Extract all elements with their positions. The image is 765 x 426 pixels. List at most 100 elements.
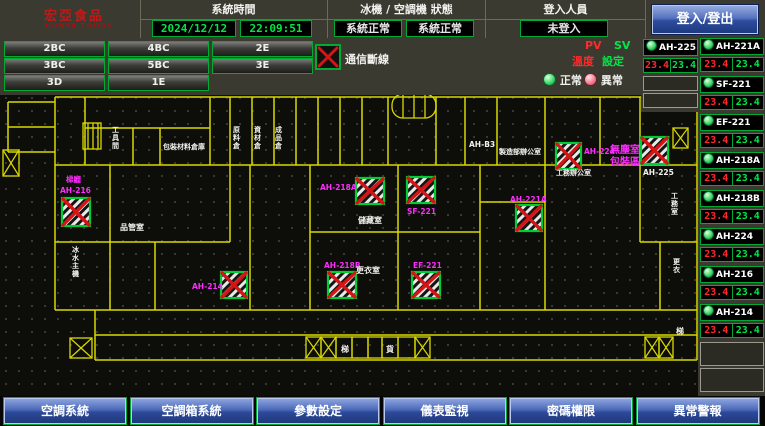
unit-button-AH-218B[interactable]: AH-218B [700,190,764,207]
room-label: AH-B3 [469,140,495,149]
ahu-comm-fail-icon-AH-218A[interactable] [356,178,384,204]
room-label: 梯 [676,326,684,336]
unit-normal-lamp-icon [646,40,657,51]
zone-button-3D[interactable]: 3D [4,75,105,91]
ac-status-value: 系統正常 [406,20,474,37]
unit-values-AH-218A: 23.423.4 [700,171,764,186]
unit-name: AH-221A [716,42,760,52]
unit-pv-value: 23.4 [701,96,733,109]
unit-values-AH-214: 23.423.4 [700,323,764,338]
unit-values-EF-221: 23.423.4 [700,133,764,148]
zone-button-2BC[interactable]: 2BC [4,41,105,57]
nav-button-2[interactable]: 空調箱系統 [131,398,253,424]
pv-label: PV [585,39,602,52]
login-logout-button[interactable]: 登入/登出 [652,5,758,34]
unit-pv-value: 23.4 [701,210,733,223]
zone-button-1E[interactable]: 1E [108,75,209,91]
room-label: 工務室 [671,192,679,216]
ahu-comm-fail-icon-AH-224[interactable] [556,143,581,169]
ahu-comm-fail-icon-AH-216[interactable] [62,198,90,226]
machine-status-label: 冰機 / 空調機 狀態 [329,2,484,17]
unit-button-AH-216[interactable]: AH-216 [700,266,764,283]
unit-values-AH-216: 23.423.4 [700,285,764,300]
unit-values-AH-218B: 23.423.4 [700,209,764,224]
unit-button-AH-214[interactable]: AH-214 [700,304,764,321]
unit-name: AH-218B [716,194,760,204]
ahu-comm-fail-icon-AH-214[interactable] [221,272,247,298]
room-label: 製造部辦公室 [498,147,541,156]
unit-sv-value: 23.4 [733,58,764,71]
empty-unit-slot [643,93,698,108]
empty-unit-slot [643,76,698,91]
room-label: 包裝材料倉庫 [163,142,205,151]
chiller-status-value: 系統正常 [334,20,402,37]
sv-set-label: 設定 [602,53,624,69]
legend-abnormal-label: 異常 [601,74,623,87]
unit-button-EF-221[interactable]: EF-221 [700,114,764,131]
room-label: 原料倉 [232,126,241,150]
zone-button-2E[interactable]: 2E [212,41,313,57]
unit-sv-value: 23.4 [733,324,764,337]
system-time-value: 22:09:51 [240,20,312,37]
room-label: 更衣室 [356,265,380,275]
nav-button-1[interactable]: 空調系統 [4,398,126,424]
ahu-comm-fail-icon-AH-225[interactable] [641,137,668,164]
login-status-value: 未登入 [520,20,608,37]
logo-icon [4,2,40,36]
unit-normal-lamp-icon [703,77,714,88]
unit-name: AH-216 [716,270,753,280]
ahu-comm-fail-icon-AH-218B[interactable] [328,272,356,298]
nav-button-4[interactable]: 儀表監視 [384,398,506,424]
nav-button-3[interactable]: 參數設定 [257,398,379,424]
unit-normal-lamp-icon [703,191,714,202]
zone-button-4BC[interactable]: 4BC [108,41,209,57]
unit-button-AH-224[interactable]: AH-224 [700,228,764,245]
room-label: 品管室 [120,222,144,232]
comm-fail-label: 通信斷線 [345,51,389,67]
unit-normal-lamp-icon [703,115,714,126]
unit-normal-lamp-icon [703,305,714,316]
zone-button-3E[interactable]: 3E [212,58,313,74]
unit-pv-value: 23.4 [644,59,671,72]
ahu-comm-fail-icon-SF-221[interactable] [407,177,435,203]
equipment-label: 無塵室 [610,143,640,156]
room-label: 梯 [341,344,349,354]
ahu-comm-fail-icon-AH-221A[interactable] [516,205,542,231]
system-date-value: 2024/12/12 [152,20,236,37]
room-label: 貨 [386,344,394,354]
unit-pv-value: 23.4 [701,58,733,71]
unit-button-SF-221[interactable]: SF-221 [700,76,764,93]
abnormal-lamp-icon [584,73,597,86]
equipment-label: AH-214 [192,282,223,291]
nav-button-6[interactable]: 異常警報 [637,398,759,424]
unit-sv-value: 23.4 [733,210,764,223]
room-label: 成品倉 [274,125,283,150]
bottom-nav: 空調系統空調箱系統參數設定儀表監視密碼權限異常警報 [0,396,765,426]
unit-normal-lamp-icon [703,39,714,50]
unit-pv-value: 23.4 [701,134,733,147]
company-logo: 宏亞食品 HUNYA FOODS [4,2,136,36]
nav-button-5[interactable]: 密碼權限 [510,398,632,424]
unit-values-SF-221: 23.423.4 [700,95,764,110]
unit-button-AH-218A[interactable]: AH-218A [700,152,764,169]
room-label: AH-225 [643,168,674,177]
sv-label: SV [614,39,630,52]
unit-sv-value: 23.4 [733,172,764,185]
pv-temp-label: 溫度 [572,53,594,69]
room-label: 冰水主機 [72,245,80,278]
equipment-label: AH-218A [320,183,357,192]
floorplan-dot-grid [0,92,702,398]
equipment-label: AH-216 [60,186,91,195]
zone-button-5BC[interactable]: 5BC [108,58,209,74]
scada-screen: 梯廳 AH-216 AH-214 AH-218A SF-221 AH-218B EF-221… [0,0,765,426]
zone-button-3BC[interactable]: 3BC [4,58,105,74]
unit-normal-lamp-icon [703,153,714,164]
unit-button-AH-225[interactable]: AH-225 [643,39,698,56]
unit-pv-value: 23.4 [701,172,733,185]
unit-button-AH-221A[interactable]: AH-221A [700,38,764,55]
unit-name: SF-221 [716,80,751,90]
ahu-comm-fail-icon-EF-221[interactable] [412,272,440,298]
room-label: 資材倉 [253,125,262,150]
unit-normal-lamp-icon [703,229,714,240]
equipment-label: 梯廳 [66,174,81,184]
